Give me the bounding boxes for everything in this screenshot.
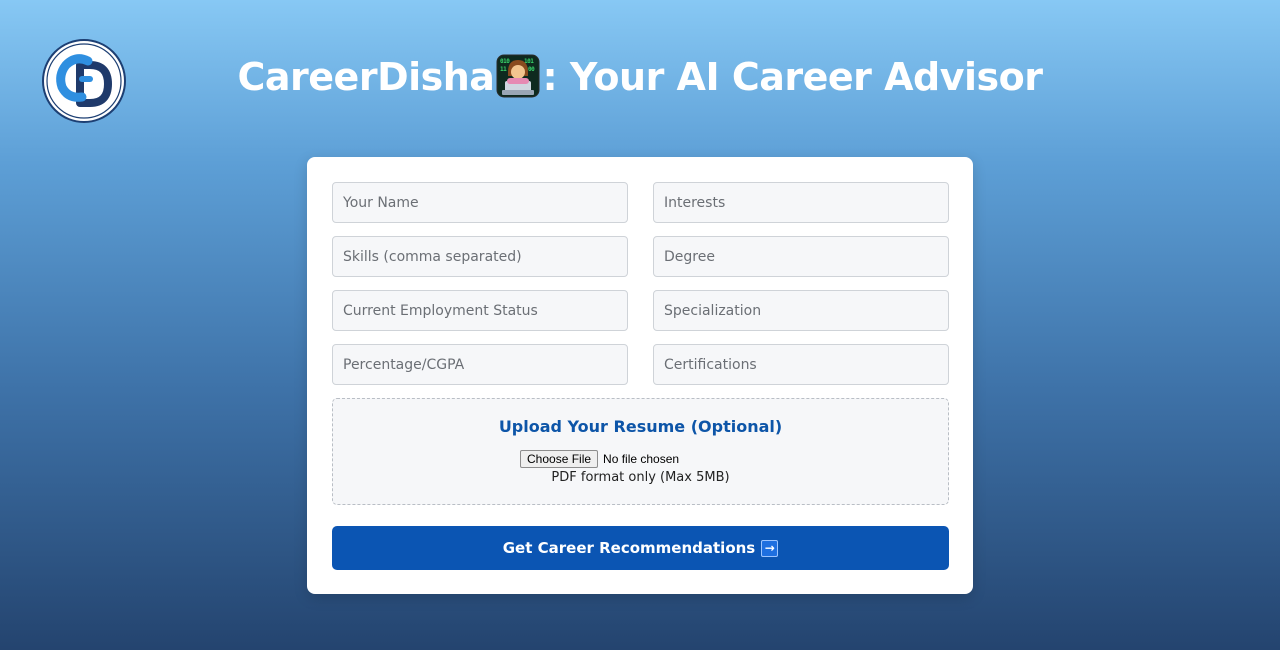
specialization-input[interactable]	[653, 290, 949, 331]
certifications-input[interactable]	[653, 344, 949, 385]
submit-label: Get Career Recommendations	[502, 539, 756, 557]
interests-input[interactable]	[653, 182, 949, 223]
choose-file-button[interactable]: Choose File	[520, 450, 599, 468]
right-arrow-icon: →	[761, 539, 779, 557]
svg-text:00: 00	[528, 66, 535, 73]
career-form-card: Upload Your Resume (Optional) Choose Fil…	[307, 157, 973, 594]
skills-input[interactable]	[332, 236, 628, 277]
name-input[interactable]	[332, 182, 628, 223]
get-recommendations-button[interactable]: Get Career Recommendations →	[332, 526, 949, 570]
percentage-cgpa-input[interactable]	[332, 344, 628, 385]
svg-text:11: 11	[500, 66, 507, 73]
upload-hint: PDF format only (Max 5MB)	[551, 470, 730, 485]
employment-status-input[interactable]	[332, 290, 628, 331]
page-title: CareerDisha 010 101 11 00 : Your AI Career…	[0, 52, 1280, 102]
svg-text:010: 010	[500, 58, 510, 65]
resume-upload-area[interactable]: Upload Your Resume (Optional) Choose Fil…	[332, 398, 949, 505]
degree-input[interactable]	[653, 236, 949, 277]
upload-title: Upload Your Resume (Optional)	[498, 417, 783, 436]
title-suffix: : Your AI Career Advisor	[542, 55, 1043, 99]
technologist-emoji-icon: 010 101 11 00	[496, 54, 540, 98]
file-status: No file chosen	[603, 452, 680, 466]
file-input[interactable]: Choose File No file chosen	[520, 450, 679, 468]
title-prefix: CareerDisha	[237, 55, 495, 99]
